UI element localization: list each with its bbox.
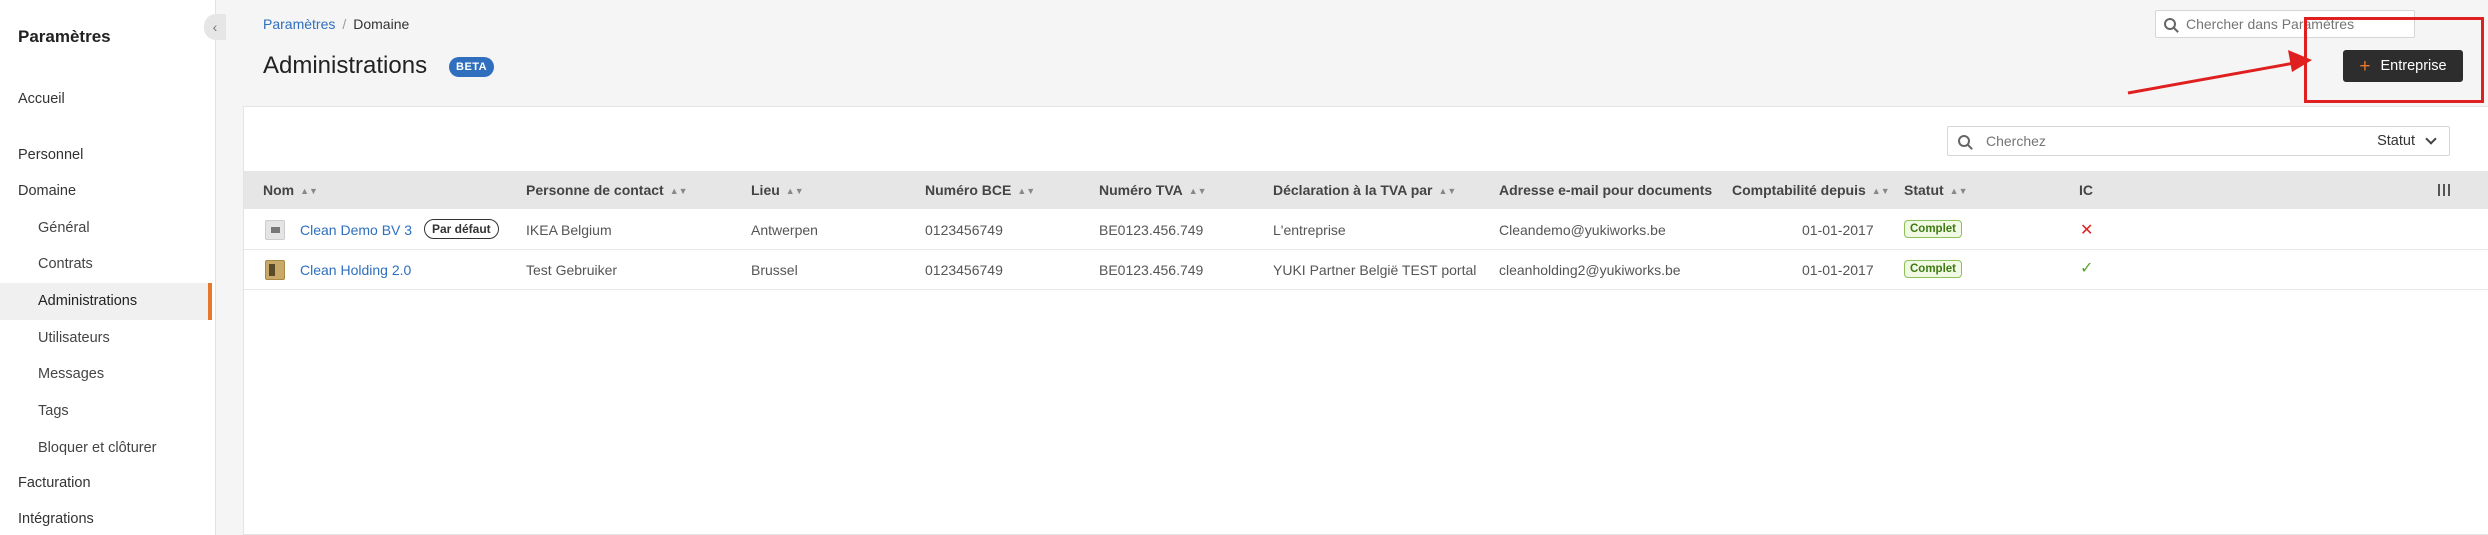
chevron-down-icon (2425, 133, 2437, 145)
beta-badge: BETA (449, 57, 495, 77)
cell-contact: IKEA Belgium (526, 222, 612, 238)
sort-icon: ▲▼ (785, 186, 804, 197)
column-header-lieu[interactable]: Lieu ▲▼ (751, 182, 804, 198)
column-header-statut[interactable]: Statut ▲▼ (1904, 182, 1968, 198)
breadcrumb-current: Domaine (353, 16, 410, 32)
page-title: Administrations (263, 52, 428, 79)
column-header-nom[interactable]: Nom ▲▼ (263, 182, 318, 198)
cell-compta: 01-01-2017 (1802, 262, 1874, 278)
cell-tva: BE0123.456.749 (1099, 262, 1204, 278)
table-row[interactable]: Clean Demo BV 3 Par défaut IKEA Belgium … (244, 210, 2488, 250)
sort-icon: ▲▼ (1017, 186, 1036, 197)
breadcrumb-link-parametres[interactable]: Paramètres (263, 16, 335, 32)
column-header-ic[interactable]: IC (2079, 182, 2093, 198)
table-header: Nom ▲▼ Personne de contact ▲▼ Lieu ▲▼ Numér… (244, 171, 2488, 209)
sidebar-item-integrations[interactable]: Intégrations (18, 511, 94, 527)
sidebar-item-contrats[interactable]: Contrats (38, 256, 93, 272)
close-icon: ✕ (2080, 222, 2094, 239)
company-logo (265, 260, 285, 280)
status-badge: Complet (1904, 220, 1962, 238)
company-name-link[interactable]: Clean Demo BV 3 (300, 222, 412, 238)
cell-tva: BE0123.456.749 (1099, 222, 1204, 238)
sort-icon: ▲▼ (1188, 186, 1207, 197)
sort-icon: ▲▼ (1871, 186, 1890, 197)
breadcrumb-separator: / (342, 16, 347, 32)
sidebar-item-administrations[interactable]: Administrations (38, 293, 137, 309)
sidebar: Paramètres Accueil Personnel Domaine Gén… (0, 0, 216, 535)
sidebar-collapse-button[interactable]: ‹ (204, 14, 226, 40)
company-logo (265, 220, 285, 240)
cell-contact: Test Gebruiker (526, 262, 618, 278)
table-search-input[interactable] (1986, 133, 2378, 149)
cell-lieu: Brussel (751, 262, 798, 278)
column-header-tva[interactable]: Numéro TVA ▲▼ (1099, 182, 1207, 198)
column-settings-icon[interactable] (2438, 184, 2450, 196)
cell-bce: 0123456749 (925, 262, 1003, 278)
cell-email: cleanholding2@yukiworks.be (1499, 262, 1681, 278)
company-name-link[interactable]: Clean Holding 2.0 (300, 262, 411, 278)
sort-icon: ▲▼ (1438, 186, 1457, 197)
sidebar-title: Paramètres (18, 27, 111, 46)
sidebar-item-utilisateurs[interactable]: Utilisateurs (38, 330, 110, 346)
sort-icon: ▲▼ (669, 186, 688, 197)
cell-bce: 0123456749 (925, 222, 1003, 238)
sidebar-active-indicator (208, 283, 212, 320)
cell-email: Cleandemo@yukiworks.be (1499, 222, 1666, 238)
sidebar-item-tags[interactable]: Tags (38, 403, 69, 419)
chevron-left-icon: ‹ (212, 19, 218, 35)
cell-declaration: YUKI Partner België TEST portal (1273, 262, 1477, 278)
cell-lieu: Antwerpen (751, 222, 818, 238)
cell-compta: 01-01-2017 (1802, 222, 1874, 238)
sidebar-item-domaine[interactable]: Domaine (18, 183, 76, 199)
column-header-bce[interactable]: Numéro BCE ▲▼ (925, 182, 1035, 198)
status-badge: Complet (1904, 260, 1962, 278)
annotation-highlight-box (2304, 17, 2484, 103)
sidebar-item-accueil[interactable]: Accueil (18, 91, 65, 107)
column-header-contact[interactable]: Personne de contact ▲▼ (526, 182, 688, 198)
sort-icon: ▲▼ (300, 186, 318, 197)
default-badge: Par défaut (424, 219, 499, 239)
status-filter-label: Statut (2377, 133, 2415, 149)
sidebar-item-facturation[interactable]: Facturation (18, 475, 91, 491)
cell-declaration: L'entreprise (1273, 222, 1346, 238)
column-header-email[interactable]: Adresse e-mail pour documents (1499, 182, 1712, 198)
table-row[interactable]: Clean Holding 2.0 Test Gebruiker Brussel… (244, 250, 2488, 290)
breadcrumb: Paramètres / Domaine (263, 16, 409, 32)
check-icon: ✓ (2080, 260, 2094, 277)
status-filter-dropdown[interactable]: Statut (2377, 133, 2449, 149)
sidebar-item-bloquer[interactable]: Bloquer et clôturer (38, 440, 156, 456)
sidebar-item-general[interactable]: Général (38, 220, 90, 236)
search-icon (1958, 135, 1970, 147)
sort-icon: ▲▼ (1949, 186, 1968, 197)
sidebar-item-messages[interactable]: Messages (38, 366, 104, 382)
search-icon (2164, 18, 2176, 30)
column-header-declaration[interactable]: Déclaration à la TVA par ▲▼ (1273, 182, 1456, 198)
column-header-compta[interactable]: Comptabilité depuis ▲▼ (1732, 182, 1890, 198)
sidebar-item-personnel[interactable]: Personnel (18, 147, 83, 163)
table-search[interactable]: Statut (1947, 126, 2450, 156)
